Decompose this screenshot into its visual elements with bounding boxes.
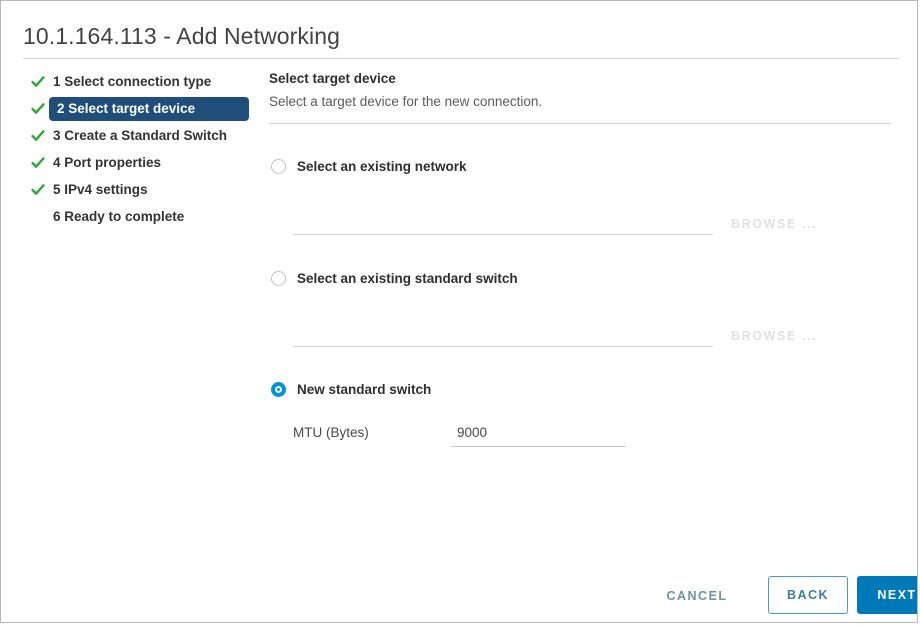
mtu-input[interactable] (457, 425, 617, 440)
browse-network-button[interactable]: BROWSE ... (731, 217, 817, 231)
radio-existing-network[interactable] (271, 159, 286, 174)
check-icon (31, 183, 45, 197)
check-icon (31, 129, 45, 143)
radio-new-standard-switch[interactable] (271, 382, 286, 397)
cancel-button[interactable]: CANCEL (650, 581, 744, 611)
wizard-step-1[interactable]: 1 Select connection type (1, 69, 257, 95)
wizard-step-label: 2 Select target device (57, 101, 196, 117)
dialog-footer: CANCEL BACK NEXT (1, 576, 917, 622)
option-label: Select an existing network (297, 159, 467, 174)
content-subtitle: Select a target device for the new conne… (269, 94, 543, 109)
option-existing-network[interactable]: Select an existing network (271, 159, 467, 174)
content-title: Select target device (269, 71, 396, 86)
existing-network-input-underline[interactable] (293, 234, 713, 235)
wizard-step-label: 3 Create a Standard Switch (53, 128, 228, 144)
wizard-step-3[interactable]: 3 Create a Standard Switch (1, 123, 257, 149)
radio-existing-switch[interactable] (271, 271, 286, 286)
existing-switch-input-underline[interactable] (293, 346, 713, 347)
wizard-step-2[interactable]: 2 Select target device (1, 96, 257, 122)
content-divider (269, 123, 891, 124)
dialog-title: 10.1.164.113 - Add Networking (23, 23, 341, 49)
back-button[interactable]: BACK (768, 576, 848, 614)
add-networking-dialog: 10.1.164.113 - Add Networking 1 Select c… (0, 0, 918, 623)
wizard-step-label: 1 Select connection type (53, 74, 212, 90)
wizard-step-5[interactable]: 5 IPv4 settings (1, 177, 257, 203)
next-button[interactable]: NEXT (857, 576, 917, 614)
content-header: Select target device Select a target dev… (269, 71, 901, 124)
wizard-step-label: 6 Ready to complete (53, 209, 185, 225)
mtu-input-underline (451, 446, 626, 447)
option-existing-switch[interactable]: Select an existing standard switch (271, 271, 518, 286)
browse-switch-button[interactable]: BROWSE ... (731, 329, 817, 343)
check-icon (31, 102, 45, 116)
wizard-step-label: 4 Port properties (53, 155, 162, 171)
check-icon (31, 75, 45, 89)
option-label: New standard switch (297, 382, 432, 397)
wizard-steps: 1 Select connection type 2 Select target… (1, 69, 257, 231)
wizard-step-6[interactable]: 6 Ready to complete (1, 204, 257, 230)
wizard-step-4[interactable]: 4 Port properties (1, 150, 257, 176)
check-icon (31, 156, 45, 170)
wizard-step-label: 5 IPv4 settings (53, 182, 148, 198)
option-new-standard-switch[interactable]: New standard switch (271, 382, 431, 397)
dialog-title-bar: 10.1.164.113 - Add Networking (1, 1, 917, 59)
option-label: Select an existing standard switch (297, 271, 518, 286)
mtu-label: MTU (Bytes) (293, 425, 369, 440)
title-divider (23, 58, 899, 59)
